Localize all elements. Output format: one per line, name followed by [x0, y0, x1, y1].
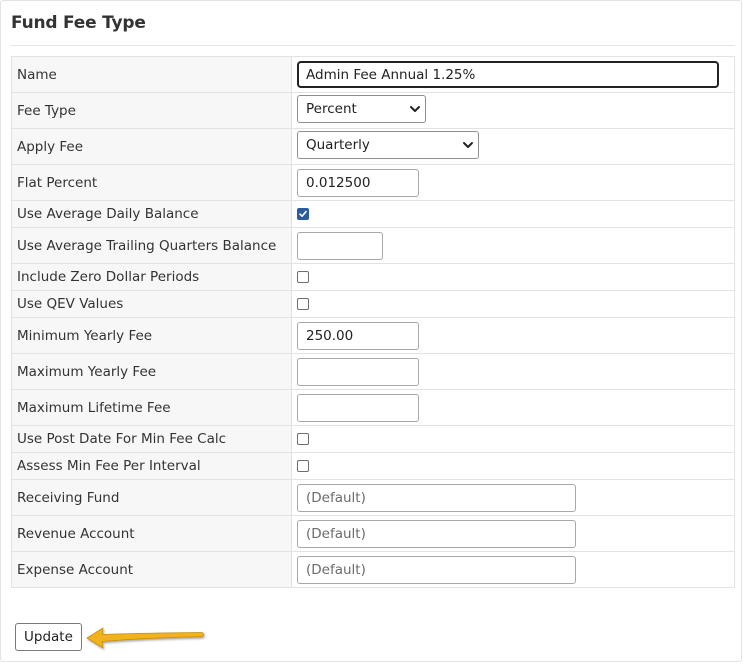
use-post-date-for-min-fee-calc-label: Use Post Date For Min Fee Calc: [11, 425, 292, 453]
form-row-minimum-yearly-fee: Minimum Yearly Fee: [11, 317, 735, 354]
revenue-account-label: Revenue Account: [11, 515, 292, 552]
include-zero-dollar-periods-checkbox[interactable]: [297, 271, 309, 283]
form-row-expense-account: Expense Account: [11, 551, 735, 588]
panel-title: Fund Fee Type: [11, 13, 146, 33]
use-average-daily-balance-checkbox[interactable]: [297, 208, 309, 220]
use-post-date-for-min-fee-calc-checkbox[interactable]: [297, 433, 309, 445]
form-row-use-post-date-for-min-fee-calc: Use Post Date For Min Fee Calc: [11, 425, 735, 453]
update-button[interactable]: Update: [15, 623, 82, 651]
chevron-down-icon: [410, 105, 420, 112]
apply-fee-label: Apply Fee: [11, 128, 292, 165]
assess-min-fee-per-interval-label: Assess Min Fee Per Interval: [11, 452, 292, 480]
fee-type-selected-value: Percent: [306, 100, 357, 117]
minimum-yearly-fee-input[interactable]: [297, 321, 419, 350]
expense-account-label: Expense Account: [11, 551, 292, 588]
form-row-use-average-daily-balance: Use Average Daily Balance: [11, 200, 735, 228]
use-average-daily-balance-label: Use Average Daily Balance: [11, 200, 292, 228]
title-divider: [11, 45, 735, 46]
revenue-account-input[interactable]: [297, 519, 576, 548]
flat-percent-input[interactable]: [297, 168, 419, 197]
minimum-yearly-fee-label: Minimum Yearly Fee: [11, 317, 292, 354]
form-row-name: Name: [11, 56, 735, 93]
maximum-lifetime-fee-label: Maximum Lifetime Fee: [11, 389, 292, 426]
form-row-use-average-trailing-quarters-balance: Use Average Trailing Quarters Balance: [11, 227, 735, 264]
apply-fee-selected-value: Quarterly: [306, 136, 370, 153]
form-row-flat-percent: Flat Percent: [11, 164, 735, 201]
name-label: Name: [11, 56, 292, 93]
form-row-maximum-yearly-fee: Maximum Yearly Fee: [11, 353, 735, 390]
form-row-fee-type: Fee Type Percent: [11, 92, 735, 129]
expense-account-input[interactable]: [297, 555, 576, 584]
receiving-fund-label: Receiving Fund: [11, 479, 292, 516]
use-qev-values-label: Use QEV Values: [11, 290, 292, 318]
form-row-use-qev-values: Use QEV Values: [11, 290, 735, 318]
average-trailing-quarters-input[interactable]: [297, 231, 383, 260]
assess-min-fee-per-interval-checkbox[interactable]: [297, 460, 309, 472]
fee-type-select[interactable]: Percent: [297, 94, 426, 123]
maximum-lifetime-fee-input[interactable]: [297, 393, 419, 422]
maximum-yearly-fee-input[interactable]: [297, 357, 419, 386]
form-row-include-zero-dollar-periods: Include Zero Dollar Periods: [11, 263, 735, 291]
form-row-apply-fee: Apply Fee Quarterly: [11, 128, 735, 165]
receiving-fund-input[interactable]: [297, 483, 576, 512]
include-zero-dollar-periods-label: Include Zero Dollar Periods: [11, 263, 292, 291]
use-average-trailing-quarters-balance-label: Use Average Trailing Quarters Balance: [11, 227, 292, 264]
fund-fee-type-panel: Fund Fee Type Name Fee Type Percent: [0, 0, 742, 662]
pointer-arrow-icon: [86, 627, 204, 649]
form-row-maximum-lifetime-fee: Maximum Lifetime Fee: [11, 389, 735, 426]
use-qev-values-checkbox[interactable]: [297, 298, 309, 310]
form-row-assess-min-fee-per-interval: Assess Min Fee Per Interval: [11, 452, 735, 480]
fee-form-table: Name Fee Type Percent Apply Fee: [11, 56, 735, 588]
flat-percent-label: Flat Percent: [11, 164, 292, 201]
name-input[interactable]: [297, 61, 719, 88]
fee-type-label: Fee Type: [11, 92, 292, 129]
form-row-revenue-account: Revenue Account: [11, 515, 735, 552]
chevron-down-icon: [463, 141, 473, 148]
form-row-receiving-fund: Receiving Fund: [11, 479, 735, 516]
apply-fee-select[interactable]: Quarterly: [297, 130, 479, 159]
checkmark-icon: [299, 210, 307, 217]
maximum-yearly-fee-label: Maximum Yearly Fee: [11, 353, 292, 390]
